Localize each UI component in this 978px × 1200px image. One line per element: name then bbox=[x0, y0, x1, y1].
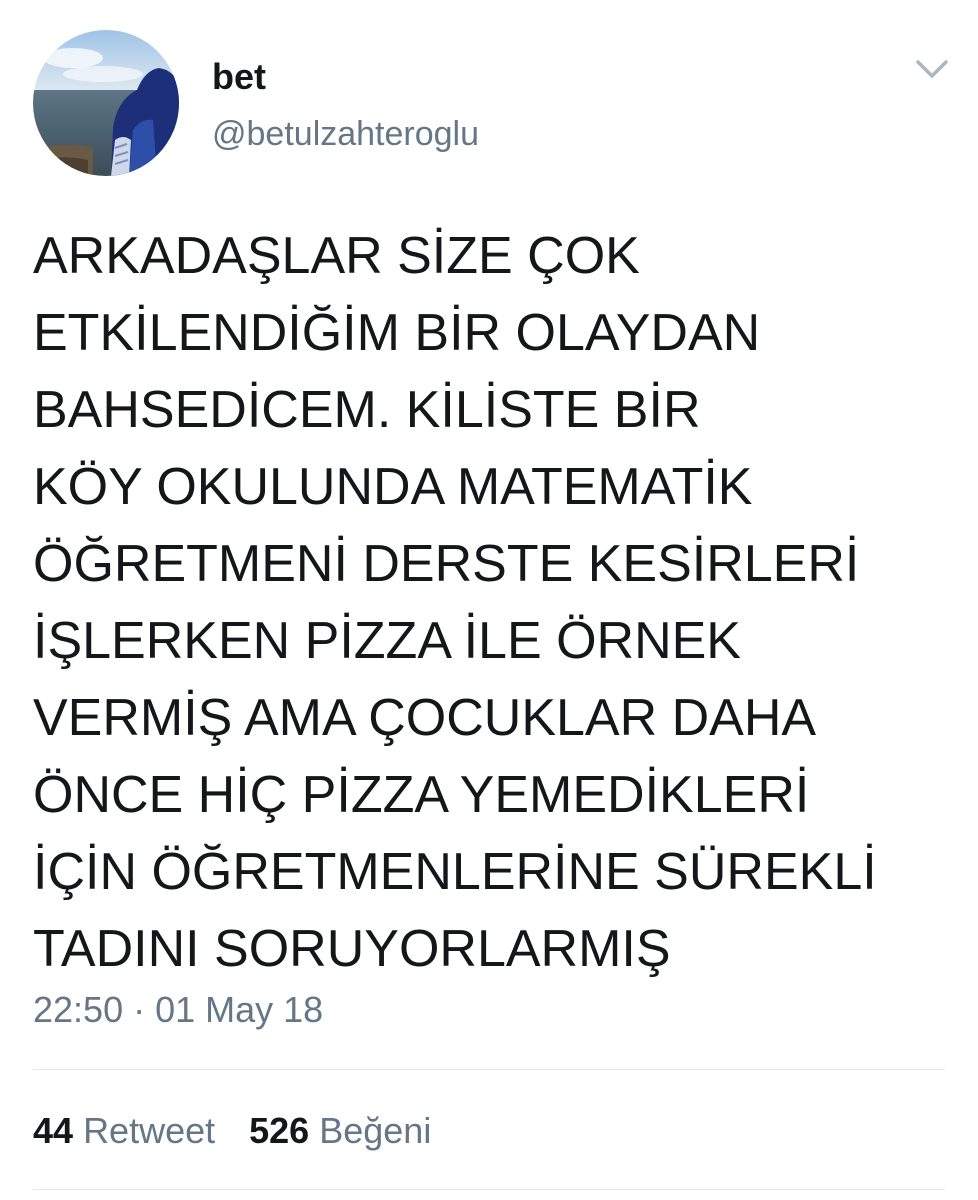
tweet-line: ÖNCE HİÇ PİZZA YEMEDİKLERİ bbox=[33, 766, 810, 824]
tweet-stats: 44 Retweet 526 Beğeni bbox=[33, 1108, 431, 1154]
avatar[interactable] bbox=[33, 30, 179, 176]
tweet-line: İÇİN ÖĞRETMENLERİNE SÜREKLİ bbox=[33, 843, 877, 901]
display-name[interactable]: bet bbox=[212, 55, 266, 99]
retweet-label: Retweet bbox=[83, 1110, 216, 1151]
like-label: Beğeni bbox=[319, 1110, 432, 1151]
profile-photo bbox=[33, 30, 179, 176]
chevron-down-icon[interactable] bbox=[914, 56, 950, 82]
tweet-line: BAHSEDİCEM. KİLİSTE BİR bbox=[33, 381, 701, 439]
tweet-line: KÖY OKULUNDA MATEMATİK bbox=[33, 458, 753, 516]
tweet-line: VERMİŞ AMA ÇOCUKLAR DAHA bbox=[33, 689, 817, 747]
tweet-line: ARKADAŞLAR SİZE ÇOK bbox=[33, 227, 640, 285]
retweet-stat[interactable]: 44 Retweet bbox=[33, 1110, 215, 1151]
like-stat[interactable]: 526 Beğeni bbox=[249, 1110, 431, 1151]
tweet-line: TADINI SORUYORLARMIŞ bbox=[33, 920, 671, 978]
divider bbox=[33, 1069, 945, 1070]
tweet-line: ÖĞRETMENİ DERSTE KESİRLERİ bbox=[33, 535, 860, 593]
divider bbox=[33, 1189, 945, 1190]
tweet-line: İŞLERKEN PİZZA İLE ÖRNEK bbox=[33, 612, 741, 670]
user-handle[interactable]: @betulzahteroglu bbox=[212, 113, 479, 155]
tweet-text: ARKADAŞLAR SİZE ÇOK ETKİLENDİĞİM BİR OLA… bbox=[33, 218, 953, 988]
retweet-count: 44 bbox=[33, 1110, 74, 1151]
tweet-timestamp[interactable]: 22:50 · 01 May 18 bbox=[33, 988, 323, 1032]
tweet-line: ETKİLENDİĞİM BİR OLAYDAN bbox=[33, 304, 761, 362]
like-count: 526 bbox=[249, 1110, 310, 1151]
